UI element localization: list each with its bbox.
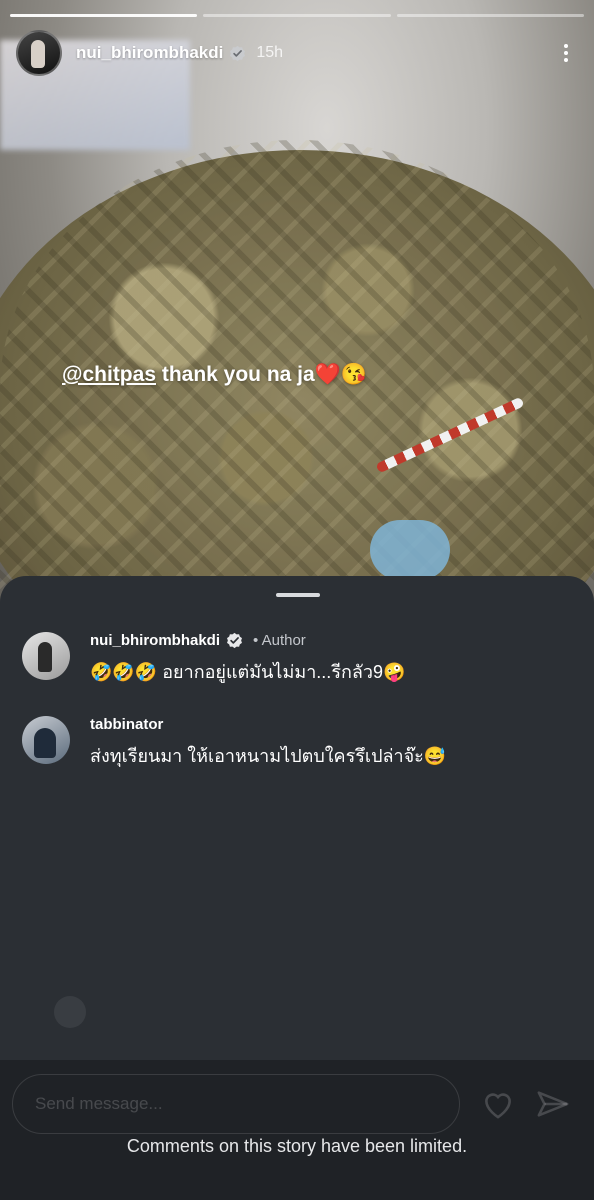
paper-plane-icon[interactable]	[536, 1088, 570, 1120]
story-time: 15h	[256, 44, 284, 61]
story-caption: @chitpas thank you na ja❤️😘	[62, 363, 367, 387]
heart-icon[interactable]	[480, 1088, 516, 1120]
comment-text: 🤣🤣🤣 อยากอยู่แต่มันไม่มา...รีกลัว9🤪	[90, 662, 406, 682]
story-image[interactable]: nui_bhirombhakdi 15h @chitpas thank you …	[0, 0, 594, 640]
more-vertical-icon[interactable]	[554, 41, 578, 65]
comment-item: nui_bhirombhakdi • Author 🤣🤣🤣 อยากอยู่แต…	[22, 632, 405, 686]
send-message-input[interactable]	[12, 1074, 460, 1134]
faded-avatar	[54, 996, 86, 1028]
sheet-drag-handle[interactable]	[276, 593, 320, 597]
avatar[interactable]	[22, 632, 70, 680]
caption-text: thank you na ja❤️😘	[156, 363, 367, 386]
price-tag	[370, 520, 450, 580]
verified-badge-icon	[230, 45, 246, 61]
story-progress	[10, 14, 584, 17]
comment-username[interactable]: tabbinator	[90, 716, 163, 733]
progress-segment-3	[396, 14, 584, 17]
comment-username[interactable]: nui_bhirombhakdi	[90, 632, 220, 649]
comments-limited-notice: Comments on this story have been limited…	[126, 1136, 468, 1156]
progress-segment-2	[203, 14, 391, 17]
story-author-avatar[interactable]	[16, 30, 62, 76]
verified-badge-icon	[227, 632, 242, 649]
author-badge: • Author	[253, 632, 306, 649]
comment-item: tabbinator ส่งทุเรียนมา ให้เอาหนามไปตบใค…	[22, 716, 446, 770]
comment-text: ส่งทุเรียนมา ให้เอาหนามไปตบใครรึเปล่าจ๊ะ…	[90, 746, 447, 766]
bottom-bar: Comments on this story have been limited…	[0, 1060, 594, 1200]
mention-link[interactable]: @chitpas	[62, 363, 156, 386]
story-header: nui_bhirombhakdi 15h	[16, 28, 578, 78]
avatar[interactable]	[22, 716, 70, 764]
story-author-name[interactable]: nui_bhirombhakdi	[76, 43, 223, 63]
progress-segment-1	[10, 14, 198, 17]
durian-texture	[0, 140, 594, 640]
